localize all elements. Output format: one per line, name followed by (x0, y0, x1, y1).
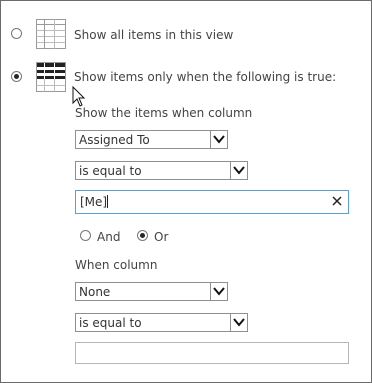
value-input-1-text: [Me] (80, 195, 108, 209)
column-select-2[interactable]: None (75, 282, 228, 301)
chevron-down-icon (213, 135, 225, 144)
when-column-label: When column (75, 258, 158, 272)
value-input-2[interactable] (75, 342, 349, 364)
operator-select-1[interactable]: is equal to (75, 161, 248, 180)
filter-instruction: Show the items when column (75, 106, 253, 120)
and-label: And (97, 230, 121, 244)
column-select-1-dropdown-button[interactable] (210, 131, 227, 148)
chevron-down-icon (213, 287, 225, 296)
filtered-table-icon (36, 62, 66, 92)
show-filtered-label: Show items only when the following is tr… (74, 70, 337, 84)
operator-select-2[interactable]: is equal to (75, 313, 248, 332)
close-icon[interactable] (332, 196, 342, 206)
chevron-down-icon (233, 318, 245, 327)
show-all-label: Show all items in this view (74, 28, 234, 42)
text-caret (107, 195, 109, 208)
operator-select-1-dropdown-button[interactable] (230, 162, 247, 179)
operator-select-2-dropdown-button[interactable] (230, 314, 247, 331)
operator-select-1-value: is equal to (79, 164, 142, 178)
operator-select-2-value: is equal to (79, 316, 142, 330)
chevron-down-icon (233, 166, 245, 175)
show-all-radio[interactable] (11, 28, 22, 39)
or-label: Or (154, 230, 169, 244)
column-select-2-value: None (79, 285, 111, 299)
mouse-cursor-icon (72, 86, 86, 107)
filter-panel: Show all items in this view Show items o… (0, 0, 372, 383)
table-grid-icon (36, 19, 66, 49)
and-radio[interactable] (80, 230, 91, 241)
show-filtered-radio[interactable] (11, 71, 22, 82)
or-radio[interactable] (137, 230, 148, 241)
column-select-2-dropdown-button[interactable] (210, 283, 227, 300)
column-select-1-value: Assigned To (79, 133, 150, 147)
value-input-1[interactable]: [Me] (75, 190, 349, 214)
column-select-1[interactable]: Assigned To (75, 130, 228, 149)
